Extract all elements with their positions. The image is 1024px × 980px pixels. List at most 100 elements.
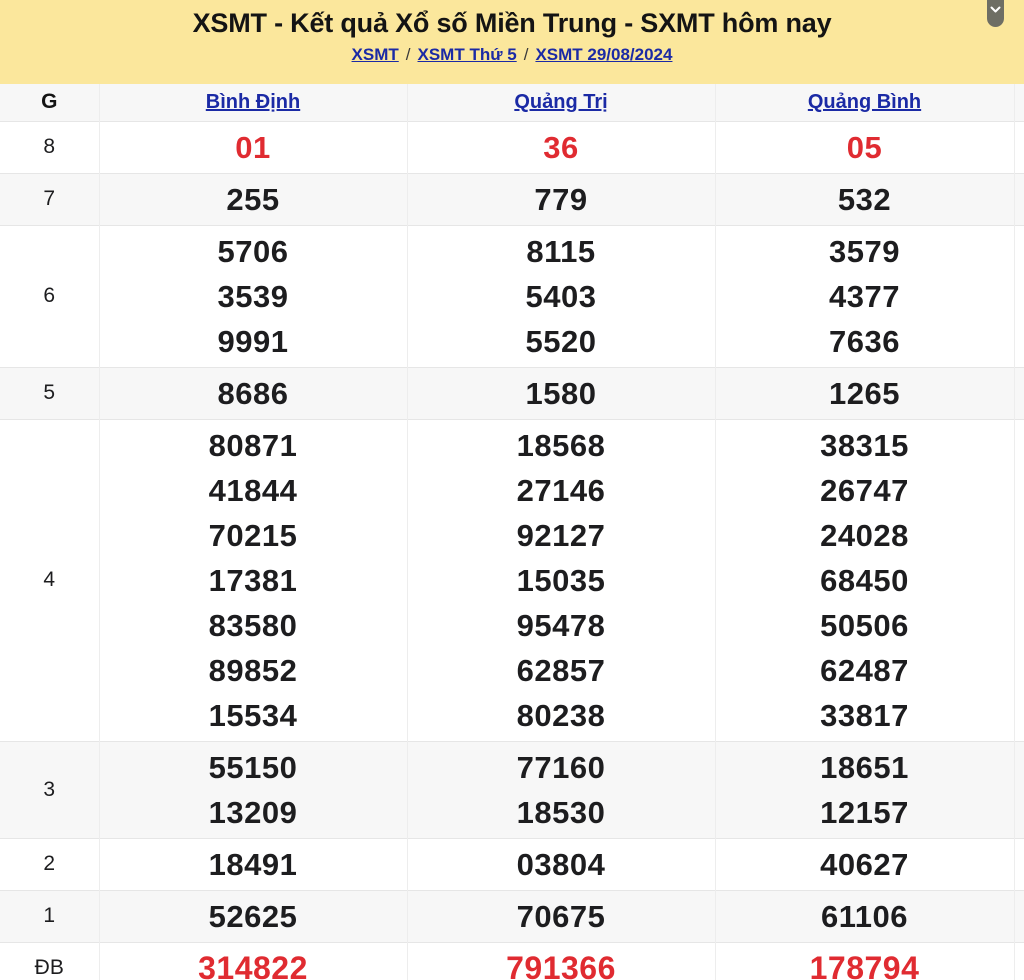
prize-row-2: 2 18491 03804 40627 <box>0 838 1024 890</box>
result-number: 255 <box>226 181 280 217</box>
result-number: 03804 <box>516 846 606 882</box>
result-number: 80238 <box>516 697 606 733</box>
prize-tier-label: 5 <box>43 381 56 404</box>
result-cell: 03804 <box>406 838 715 890</box>
result-number: 791366 <box>506 949 616 980</box>
result-number: 77160 <box>516 749 606 785</box>
result-cell: 77160 18530 <box>406 741 715 838</box>
page-header: XSMT - Kết quả Xổ số Miền Trung - SXMT h… <box>0 0 1024 84</box>
result-cell: 36 <box>406 121 715 173</box>
result-cell: 61106 <box>714 890 1014 942</box>
result-number: 05 <box>846 129 883 165</box>
result-number: 4377 <box>829 278 900 314</box>
result-number: 779 <box>534 181 588 217</box>
collapse-button[interactable] <box>987 0 1004 27</box>
result-number: 27146 <box>516 472 606 508</box>
result-number: 8115 <box>526 233 596 269</box>
result-number: 12157 <box>820 794 909 830</box>
result-number: 5706 <box>217 233 289 269</box>
result-cell: 178794 <box>714 942 1014 980</box>
result-cell: 5706 3539 9991 <box>98 225 407 367</box>
result-cell: 8115 5403 5520 <box>406 225 715 367</box>
prize-tier-label: 8 <box>43 135 56 158</box>
result-number: 38315 <box>820 427 909 463</box>
result-number: 3579 <box>829 233 900 269</box>
prize-tier-label: 1 <box>43 904 56 927</box>
prize-row-5: 5 8686 1580 1265 <box>0 367 1024 419</box>
result-cell: 18491 <box>98 838 407 890</box>
result-number: 8686 <box>217 375 289 411</box>
overflow-cell <box>1013 225 1024 367</box>
prize-row-1: 1 52625 70675 61106 <box>0 890 1024 942</box>
result-number: 17381 <box>208 562 298 598</box>
result-cell: 70675 <box>406 890 715 942</box>
overflow-cell <box>1013 942 1024 980</box>
result-cell: 255 <box>98 173 407 225</box>
result-number: 532 <box>837 181 892 217</box>
overflow-cell <box>1013 838 1024 890</box>
chevron-down-icon <box>990 0 1001 27</box>
result-number: 50506 <box>820 607 909 643</box>
table-header-row: G Bình Định Quảng Trị Quảng Bình <box>0 84 1024 121</box>
prize-tier-label: 7 <box>43 187 56 210</box>
result-number: 15035 <box>516 562 606 598</box>
province-link-quang-binh[interactable]: Quảng Bình <box>808 91 921 113</box>
prize-row-3: 3 55150 13209 77160 18530 18651 12157 <box>0 741 1024 838</box>
result-number: 52625 <box>208 898 298 934</box>
result-number: 62487 <box>820 652 909 688</box>
prize-tier-label: 4 <box>43 568 56 591</box>
result-cell: 1580 <box>406 367 715 419</box>
prize-tier-label: 2 <box>43 852 56 875</box>
breadcrumb-link-xsmt-date[interactable]: XSMT 29/08/2024 <box>535 45 672 64</box>
breadcrumb-link-xsmt[interactable]: XSMT <box>352 45 399 64</box>
column-header-quang-binh: Quảng Bình <box>714 84 1014 121</box>
result-number: 62857 <box>516 652 606 688</box>
column-header-binh-dinh: Bình Định <box>98 84 407 121</box>
prize-row-4: 4 80871 41844 70215 17381 83580 89852 15… <box>0 419 1024 741</box>
result-number: 1580 <box>525 375 597 411</box>
result-cell: 3579 4377 7636 <box>714 225 1014 367</box>
result-number: 15534 <box>208 697 298 733</box>
results-table: G Bình Định Quảng Trị Quảng Bình 8 01 36… <box>0 84 1024 980</box>
province-link-quang-tri[interactable]: Quảng Trị <box>514 91 607 113</box>
result-number: 314822 <box>198 949 308 980</box>
result-number: 5403 <box>525 278 597 314</box>
province-link-binh-dinh[interactable]: Bình Định <box>206 91 300 113</box>
prize-tier-label: 3 <box>43 777 56 801</box>
result-number: 70215 <box>208 517 298 553</box>
result-cell: 8686 <box>98 367 407 419</box>
prize-row-6: 6 5706 3539 9991 8115 5403 5520 3579 437… <box>0 225 1024 367</box>
result-number: 40627 <box>820 846 909 882</box>
result-number: 83580 <box>208 607 298 643</box>
result-number: 18651 <box>820 749 909 785</box>
prize-row-7: 7 255 779 532 <box>0 173 1024 225</box>
prize-row-8: 8 01 36 05 <box>0 121 1024 173</box>
breadcrumb: XSMT / XSMT Thứ 5 / XSMT 29/08/2024 <box>0 43 1024 67</box>
result-number: 70675 <box>516 898 606 934</box>
result-number: 24028 <box>820 517 909 553</box>
result-number: 55150 <box>208 749 298 785</box>
result-number: 89852 <box>208 652 298 688</box>
result-number: 95478 <box>516 607 606 643</box>
result-number: 26747 <box>820 472 909 508</box>
result-number: 18530 <box>516 794 606 830</box>
result-cell: 1265 <box>714 367 1014 419</box>
result-number: 13209 <box>208 794 298 830</box>
result-number: 18568 <box>516 427 606 463</box>
overflow-cell <box>1013 419 1024 741</box>
result-number: 9991 <box>217 323 289 359</box>
result-number: 178794 <box>809 949 920 980</box>
page-title: XSMT - Kết quả Xổ số Miền Trung - SXMT h… <box>192 8 832 38</box>
result-number: 1265 <box>829 375 900 411</box>
result-number: 18491 <box>208 846 298 882</box>
prize-tier-label: ĐB <box>34 956 64 979</box>
overflow-cell <box>1013 121 1024 173</box>
result-cell: 791366 <box>406 942 715 980</box>
overflow-cell <box>1013 367 1024 419</box>
prize-tier-label: 6 <box>43 284 56 307</box>
prize-column-header: G <box>0 84 99 121</box>
result-cell: 314822 <box>98 942 407 980</box>
result-cell: 55150 13209 <box>98 741 407 838</box>
breadcrumb-link-xsmt-thu-5[interactable]: XSMT Thứ 5 <box>418 45 517 64</box>
result-number: 36 <box>543 129 579 165</box>
